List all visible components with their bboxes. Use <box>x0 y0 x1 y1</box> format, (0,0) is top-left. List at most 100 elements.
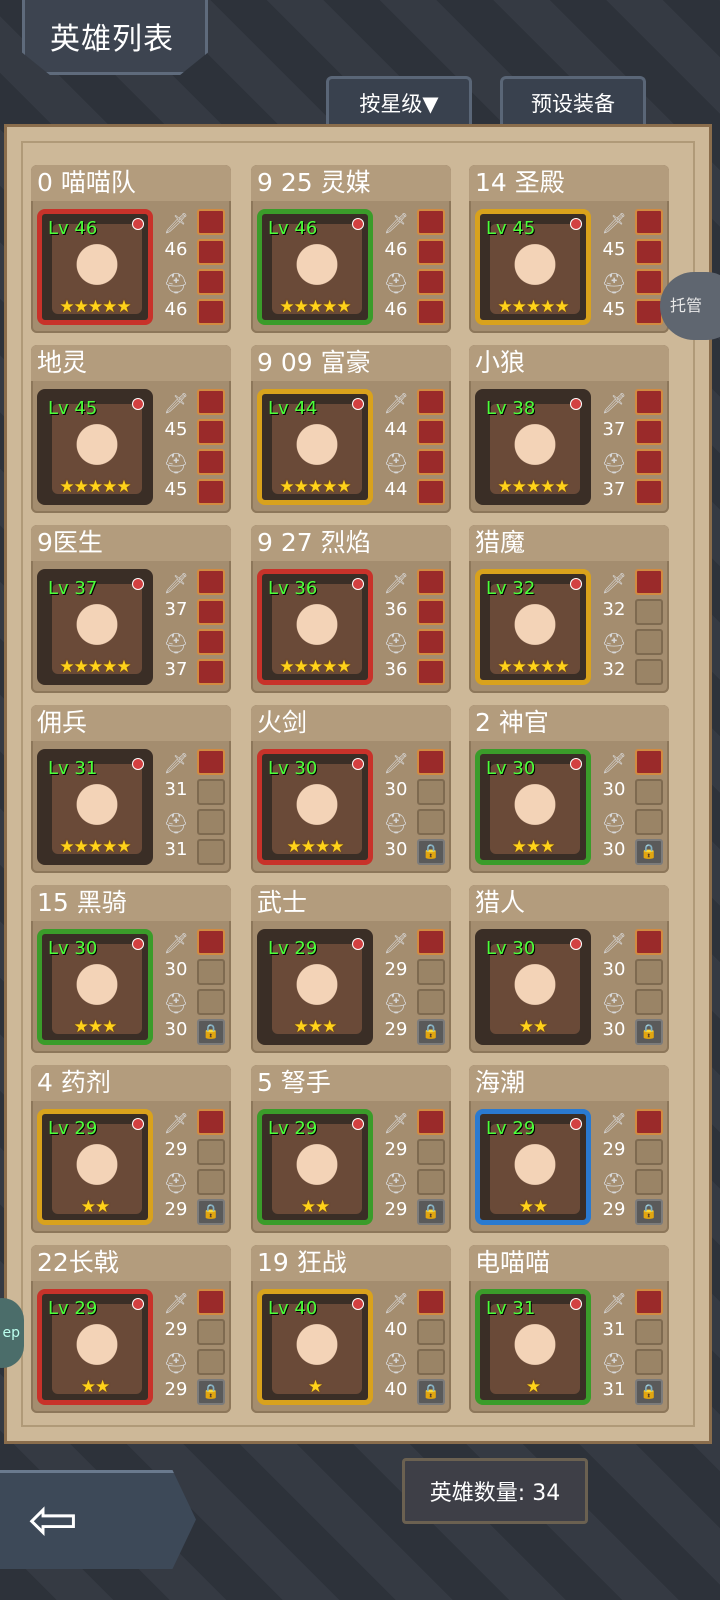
hero-card[interactable]: 9医生 Lv 37 ★★★★★ 🗡 37 ⛑ 37 <box>31 525 231 693</box>
equipment-slot-empty[interactable] <box>197 959 225 985</box>
equipment-slot-empty[interactable] <box>197 989 225 1015</box>
lock-icon[interactable]: 🔒 <box>635 1019 663 1045</box>
hero-portrait[interactable]: Lv 31 ★ <box>475 1289 591 1405</box>
equipment-slot-filled[interactable] <box>417 299 445 325</box>
hero-card[interactable]: 电喵喵 Lv 31 ★ 🗡 31 ⛑ 31 🔒 <box>469 1245 669 1413</box>
hero-card[interactable]: 9 25 灵媒 Lv 46 ★★★★★ 🗡 46 ⛑ 46 <box>251 165 451 333</box>
hero-card[interactable]: 火剑 Lv 30 ★★★★ 🗡 30 ⛑ 30 🔒 <box>251 705 451 873</box>
hero-portrait[interactable]: Lv 46 ★★★★★ <box>257 209 373 325</box>
hero-card[interactable]: 海潮 Lv 29 ★★ 🗡 29 ⛑ 29 🔒 <box>469 1065 669 1233</box>
hero-portrait[interactable]: Lv 29 ★★ <box>37 1289 153 1405</box>
lock-icon[interactable]: 🔒 <box>417 839 445 865</box>
equipment-slot-empty[interactable] <box>197 1319 225 1345</box>
hero-portrait[interactable]: Lv 29 ★★★ <box>257 929 373 1045</box>
equipment-slot-empty[interactable] <box>197 1349 225 1375</box>
equipment-slot-empty[interactable] <box>417 1319 445 1345</box>
equipment-slot-filled[interactable] <box>197 659 225 685</box>
hero-portrait[interactable]: Lv 38 ★★★★★ <box>475 389 591 505</box>
equipment-slot-filled[interactable] <box>417 569 445 595</box>
equipment-slot-empty[interactable] <box>197 1139 225 1165</box>
hero-card[interactable]: 猎人 Lv 30 ★★ 🗡 30 ⛑ 30 🔒 <box>469 885 669 1053</box>
equipment-slot-filled[interactable] <box>197 209 225 235</box>
equipment-slot-filled[interactable] <box>417 389 445 415</box>
equipment-slot-empty[interactable] <box>417 809 445 835</box>
equipment-slot-filled[interactable] <box>635 299 663 325</box>
equipment-slot-empty[interactable] <box>635 989 663 1015</box>
hero-portrait[interactable]: Lv 31 ★★★★★ <box>37 749 153 865</box>
preset-equipment-button[interactable]: 预设装备 <box>500 76 646 127</box>
hero-portrait[interactable]: Lv 46 ★★★★★ <box>37 209 153 325</box>
hero-card[interactable]: 小狼 Lv 38 ★★★★★ 🗡 37 ⛑ 37 <box>469 345 669 513</box>
equipment-slot-empty[interactable] <box>635 1319 663 1345</box>
equipment-slot-filled[interactable] <box>417 749 445 775</box>
equipment-slot-empty[interactable] <box>417 779 445 805</box>
hero-card[interactable]: 武士 Lv 29 ★★★ 🗡 29 ⛑ 29 🔒 <box>251 885 451 1053</box>
equipment-slot-filled[interactable] <box>635 929 663 955</box>
hero-portrait[interactable]: Lv 45 ★★★★★ <box>475 209 591 325</box>
equipment-slot-empty[interactable] <box>635 659 663 685</box>
equipment-slot-filled[interactable] <box>417 929 445 955</box>
equipment-slot-empty[interactable] <box>197 779 225 805</box>
equipment-slot-empty[interactable] <box>635 809 663 835</box>
equipment-slot-filled[interactable] <box>417 479 445 505</box>
equipment-slot-filled[interactable] <box>417 1109 445 1135</box>
equipment-slot-empty[interactable] <box>635 779 663 805</box>
lock-icon[interactable]: 🔒 <box>417 1199 445 1225</box>
equipment-slot-filled[interactable] <box>635 419 663 445</box>
hero-card[interactable]: 佣兵 Lv 31 ★★★★★ 🗡 31 ⛑ 31 <box>31 705 231 873</box>
sort-by-star-button[interactable]: 按星级▼ <box>326 76 472 127</box>
hero-portrait[interactable]: Lv 29 ★★ <box>37 1109 153 1225</box>
hero-card[interactable]: 14 圣殿 Lv 45 ★★★★★ 🗡 45 ⛑ 45 <box>469 165 669 333</box>
equipment-slot-filled[interactable] <box>417 1289 445 1315</box>
equipment-slot-filled[interactable] <box>635 449 663 475</box>
side-tab-button[interactable]: ep <box>0 1298 24 1368</box>
equipment-slot-filled[interactable] <box>197 629 225 655</box>
lock-icon[interactable]: 🔒 <box>197 1199 225 1225</box>
equipment-slot-empty[interactable] <box>635 629 663 655</box>
equipment-slot-filled[interactable] <box>197 449 225 475</box>
equipment-slot-empty[interactable] <box>417 959 445 985</box>
lock-icon[interactable]: 🔒 <box>417 1379 445 1405</box>
hero-card[interactable]: 22长戟 Lv 29 ★★ 🗡 29 ⛑ 29 🔒 <box>31 1245 231 1413</box>
equipment-slot-empty[interactable] <box>197 1169 225 1195</box>
lock-icon[interactable]: 🔒 <box>197 1019 225 1045</box>
hero-portrait[interactable]: Lv 29 ★★ <box>257 1109 373 1225</box>
equipment-slot-filled[interactable] <box>417 239 445 265</box>
equipment-slot-filled[interactable] <box>417 269 445 295</box>
equipment-slot-filled[interactable] <box>197 929 225 955</box>
hero-portrait[interactable]: Lv 30 ★★★ <box>475 749 591 865</box>
equipment-slot-filled[interactable] <box>197 239 225 265</box>
hero-card[interactable]: 2 神官 Lv 30 ★★★ 🗡 30 ⛑ 30 🔒 <box>469 705 669 873</box>
lock-icon[interactable]: 🔒 <box>197 1379 225 1405</box>
equipment-slot-empty[interactable] <box>635 1139 663 1165</box>
hero-card[interactable]: 4 药剂 Lv 29 ★★ 🗡 29 ⛑ 29 🔒 <box>31 1065 231 1233</box>
hero-card[interactable]: 0 喵喵队 Lv 46 ★★★★★ 🗡 46 ⛑ 46 <box>31 165 231 333</box>
equipment-slot-filled[interactable] <box>197 299 225 325</box>
lock-icon[interactable]: 🔒 <box>635 1199 663 1225</box>
hero-portrait[interactable]: Lv 36 ★★★★★ <box>257 569 373 685</box>
equipment-slot-filled[interactable] <box>197 389 225 415</box>
equipment-slot-filled[interactable] <box>417 599 445 625</box>
equipment-slot-filled[interactable] <box>417 209 445 235</box>
equipment-slot-empty[interactable] <box>417 1349 445 1375</box>
hero-card[interactable]: 猎魔 Lv 32 ★★★★★ 🗡 32 ⛑ 32 <box>469 525 669 693</box>
lock-icon[interactable]: 🔒 <box>635 1379 663 1405</box>
hero-portrait[interactable]: Lv 44 ★★★★★ <box>257 389 373 505</box>
equipment-slot-filled[interactable] <box>635 269 663 295</box>
equipment-slot-empty[interactable] <box>417 989 445 1015</box>
hero-portrait[interactable]: Lv 30 ★★★★ <box>257 749 373 865</box>
equipment-slot-empty[interactable] <box>417 1169 445 1195</box>
equipment-slot-filled[interactable] <box>197 749 225 775</box>
equipment-slot-empty[interactable] <box>635 1169 663 1195</box>
lock-icon[interactable]: 🔒 <box>635 839 663 865</box>
equipment-slot-filled[interactable] <box>197 569 225 595</box>
hero-portrait[interactable]: Lv 30 ★★★ <box>37 929 153 1045</box>
hero-card[interactable]: 地灵 Lv 45 ★★★★★ 🗡 45 ⛑ 45 <box>31 345 231 513</box>
hero-portrait[interactable]: Lv 29 ★★ <box>475 1109 591 1225</box>
equipment-slot-filled[interactable] <box>197 599 225 625</box>
equipment-slot-filled[interactable] <box>417 659 445 685</box>
equipment-slot-filled[interactable] <box>635 1289 663 1315</box>
equipment-slot-filled[interactable] <box>197 419 225 445</box>
equipment-slot-empty[interactable] <box>635 1349 663 1375</box>
equipment-slot-filled[interactable] <box>635 389 663 415</box>
